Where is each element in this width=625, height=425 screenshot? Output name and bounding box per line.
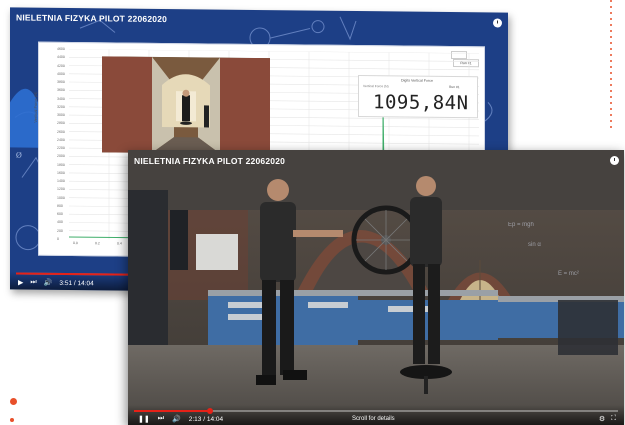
y-tick: 400: [57, 220, 63, 225]
y-tick: 1400: [57, 179, 65, 184]
y-tick: 1800: [57, 162, 65, 167]
y-tick: 2000: [57, 154, 65, 159]
y-tick: 3800: [57, 79, 65, 84]
next-icon[interactable]: ⏭: [30, 279, 36, 287]
volume-icon[interactable]: 🔊: [172, 415, 181, 423]
progress-fill: [134, 408, 214, 414]
y-tick: 3000: [57, 112, 65, 118]
volume-icon[interactable]: 🔊: [44, 279, 53, 287]
foreground-video-player[interactable]: Ep = mgh sin α E = mc² NIELETNIA FIZYKA PI…: [128, 150, 624, 425]
y-tick: 2600: [57, 129, 65, 134]
y-tick: 4200: [57, 63, 65, 68]
svg-text:E = mc²: E = mc²: [558, 271, 579, 277]
video-frame-lab-scene: Ep = mgh sin α E = mc²: [128, 150, 624, 425]
y-tick: 2200: [57, 145, 65, 151]
y-tick: 1200: [57, 187, 65, 192]
control-icons: ▶ ⏭ 🔊 3:51 / 14:04: [18, 278, 94, 287]
y-tick: 200: [57, 228, 63, 233]
y-tick: 1600: [57, 170, 65, 175]
svg-text:sin α: sin α: [528, 242, 541, 248]
decorative-dot: [10, 398, 17, 405]
y-tick: 4000: [57, 71, 65, 76]
y-tick: 2400: [57, 137, 65, 142]
inset-video-corridor: [102, 56, 270, 155]
next-icon[interactable]: ⏭: [158, 415, 164, 423]
y-tick: 4600: [57, 46, 65, 51]
pause-icon[interactable]: ❚❚: [138, 415, 150, 423]
settings-icon[interactable]: ⚙: [599, 415, 605, 423]
y-tick: 3400: [57, 96, 65, 101]
x-tick: 0.0: [73, 241, 78, 246]
play-icon[interactable]: ▶: [18, 278, 23, 286]
y-tick: 3600: [57, 88, 65, 93]
video-title: NIELETNIA FIZYKA PILOT 22062020: [134, 156, 286, 166]
progress-bar[interactable]: [134, 408, 618, 414]
x-tick: 0.4: [117, 241, 122, 246]
watch-later-icon[interactable]: [493, 18, 502, 28]
readout-title: Digits Vertical Force: [401, 78, 433, 83]
scroll-for-details-hint[interactable]: Scroll for details: [352, 416, 395, 422]
readout-subtitle: Vertical Force (N): [363, 84, 389, 89]
video-title: NIELETNIA FIZYKA PILOT 22062020: [16, 12, 168, 25]
force-readout-panel: Digits Vertical Force Vertical Force (N)…: [358, 75, 478, 119]
y-tick: 0: [57, 236, 59, 241]
y-tick: 600: [57, 212, 63, 217]
fullscreen-icon[interactable]: ⛶: [611, 415, 616, 423]
y-tick: 3200: [57, 104, 65, 109]
svg-text:Ø: Ø: [16, 150, 22, 159]
y-tick: 800: [57, 203, 63, 208]
control-icons: ❚❚ ⏭ 🔊 2:13 / 14:04: [138, 415, 223, 423]
readout-run-label: Run #1: [449, 84, 460, 90]
time-display: 3:51 / 14:04: [59, 279, 94, 287]
y-tick: 2800: [57, 121, 65, 126]
watch-later-icon[interactable]: [610, 156, 619, 165]
decorative-dot: [10, 418, 14, 422]
decorative-dot-column: [609, 0, 613, 132]
svg-text:Ep = mgh: Ep = mgh: [508, 222, 534, 228]
y-axis-label: Vertical Force (N): [33, 91, 38, 123]
y-tick: 1000: [57, 195, 65, 200]
force-value: 1095,84N: [373, 91, 469, 115]
x-tick: 0.2: [95, 241, 100, 246]
y-tick: 4400: [57, 55, 65, 60]
time-display: 2:13 / 14:04: [188, 415, 224, 423]
right-control-icons: ⚙ ⛶: [599, 415, 616, 423]
